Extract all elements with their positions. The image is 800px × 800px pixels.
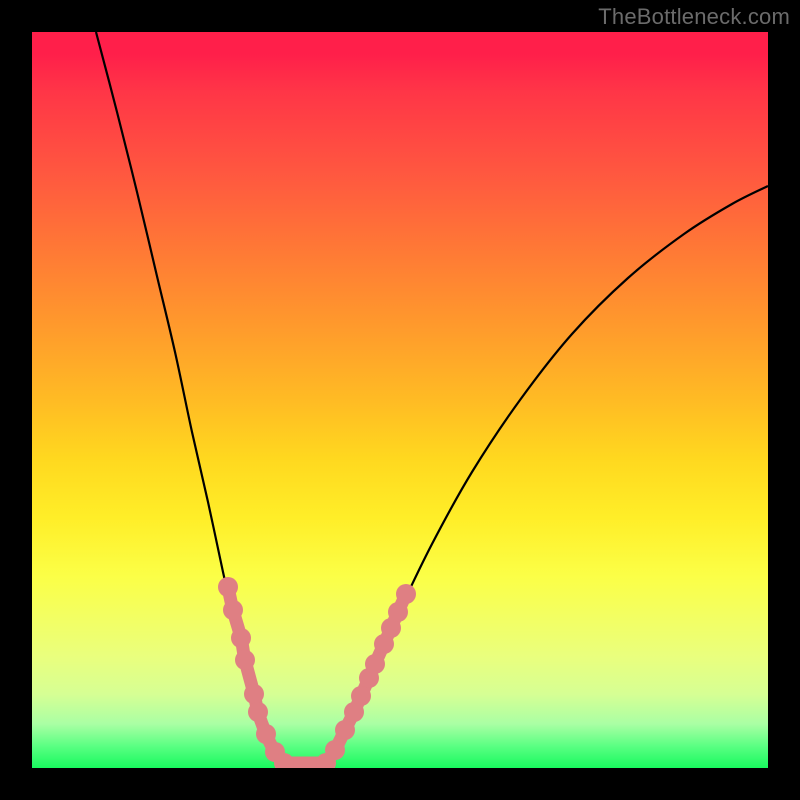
right-beads xyxy=(316,584,416,768)
bead-point xyxy=(388,602,408,622)
plot-area xyxy=(32,32,768,768)
bead-point xyxy=(335,720,355,740)
watermark-text: TheBottleneck.com xyxy=(598,4,790,30)
chart-svg xyxy=(32,32,768,768)
bead-point xyxy=(231,628,251,648)
bead-point xyxy=(256,724,276,744)
bead-point xyxy=(325,740,345,760)
bead-point xyxy=(235,650,255,670)
right-curve xyxy=(320,186,768,764)
bead-point xyxy=(244,684,264,704)
bead-point xyxy=(223,600,243,620)
bead-point xyxy=(365,654,385,674)
bead-point xyxy=(248,702,268,722)
bead-point xyxy=(351,686,371,706)
chart-frame: TheBottleneck.com xyxy=(0,0,800,800)
bead-point xyxy=(396,584,416,604)
left-curve xyxy=(96,32,290,764)
bead-point xyxy=(218,577,238,597)
left-beads xyxy=(218,577,294,768)
